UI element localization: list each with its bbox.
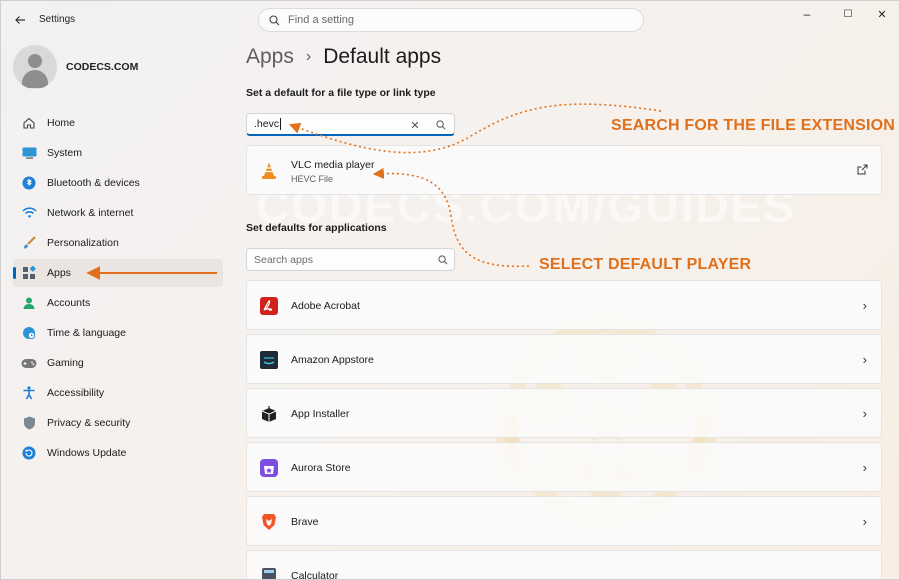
app-name: Aurora Store (291, 462, 351, 474)
vlc-cone-icon (259, 161, 279, 181)
filetype-search-input[interactable]: .hevc ✕ (246, 113, 455, 136)
clear-icon[interactable]: ✕ (409, 119, 421, 132)
search-icon (269, 14, 280, 25)
home-icon (21, 115, 37, 131)
breadcrumb-apps-link[interactable]: Apps (246, 45, 294, 69)
sidebar-item-label: Time & language (47, 327, 126, 339)
app-title: Settings (39, 14, 76, 25)
accessibility-icon (21, 385, 37, 401)
chevron-right-icon: › (862, 352, 867, 367)
breadcrumb-separator: › (305, 48, 312, 65)
app-name: Amazon Appstore (291, 354, 374, 366)
sidebar-item-label: Personalization (47, 237, 119, 249)
sidebar-item-label: Privacy & security (47, 417, 131, 429)
app-name: Calculator (291, 570, 339, 580)
sidebar-item-label: Bluetooth & devices (47, 177, 140, 189)
chevron-right-icon: › (862, 298, 867, 313)
breadcrumb: Apps › Default apps (246, 45, 441, 69)
update-icon (21, 445, 37, 461)
minimize-button[interactable]: – (793, 7, 821, 21)
app-row-amazon-appstore[interactable]: Amazon Appstore › (246, 334, 882, 384)
aurora-store-icon (259, 458, 279, 478)
sidebar-item-label: Accessibility (47, 387, 105, 399)
search-placeholder: Find a setting (288, 14, 355, 26)
globe-clock-icon (21, 325, 37, 341)
annotation-search-extension: SEARCH FOR THE FILE EXTENSION (611, 117, 896, 134)
brush-icon (21, 235, 37, 251)
system-icon (21, 145, 37, 161)
app-row-calculator[interactable]: Calculator (246, 550, 882, 580)
sidebar-item-label: Windows Update (47, 447, 127, 459)
sidebar-item-gaming[interactable]: Gaming (13, 349, 223, 377)
sidebar-item-home[interactable]: Home (13, 109, 223, 137)
profile-name: CODECS.COM (66, 61, 139, 73)
app-row-adobe-acrobat[interactable]: Adobe Acrobat › (246, 280, 882, 330)
accounts-icon (21, 295, 37, 311)
search-apps-placeholder: Search apps (254, 253, 313, 266)
sidebar-nav: Home System Bluetooth & devices Network … (13, 109, 223, 469)
sidebar-item-accessibility[interactable]: Accessibility (13, 379, 223, 407)
sidebar-item-time-language[interactable]: Time & language (13, 319, 223, 347)
apps-icon (21, 265, 37, 281)
filetype-search-value: .hevc (254, 118, 280, 130)
page-title: Default apps (323, 45, 442, 68)
brave-icon (259, 512, 279, 532)
bluetooth-icon (21, 175, 37, 191)
user-profile[interactable]: CODECS.COM (13, 45, 138, 89)
maximize-button[interactable]: ☐ (834, 7, 862, 21)
annotation-select-player: SELECT DEFAULT PLAYER (539, 256, 752, 273)
vlc-result-card[interactable]: VLC media player HEVC File (246, 145, 882, 195)
sidebar-item-label: Network & internet (47, 207, 134, 219)
search-apps-input[interactable]: Search apps (246, 248, 455, 271)
calculator-icon (259, 566, 279, 579)
sidebar-item-label: System (47, 147, 83, 159)
sidebar-item-network[interactable]: Network & internet (13, 199, 223, 227)
gamepad-icon (21, 355, 37, 371)
app-row-aurora-store[interactable]: Aurora Store › (246, 442, 882, 492)
sidebar-item-accounts[interactable]: Accounts (13, 289, 223, 317)
app-name: App Installer (291, 408, 350, 420)
result-file-type: HEVC File (291, 174, 334, 184)
sidebar-item-apps[interactable]: Apps (13, 259, 223, 287)
open-external-icon[interactable] (857, 164, 868, 178)
adobe-acrobat-icon (259, 296, 279, 316)
sidebar-item-windows-update[interactable]: Windows Update (13, 439, 223, 467)
app-name: Adobe Acrobat (291, 300, 360, 312)
sidebar-item-label: Home (47, 117, 76, 129)
chevron-right-icon: › (862, 460, 867, 475)
search-icon (435, 119, 447, 131)
close-button[interactable]: ✕ (868, 7, 896, 21)
app-row-brave[interactable]: Brave › (246, 496, 882, 546)
back-arrow-icon (15, 16, 25, 24)
search-icon (437, 254, 449, 266)
sidebar-item-label: Gaming (47, 357, 84, 369)
shield-icon (21, 415, 37, 431)
avatar (13, 45, 57, 89)
app-name: Brave (291, 516, 319, 528)
find-setting-search[interactable]: Find a setting (258, 8, 644, 32)
sidebar-item-label: Apps (47, 267, 71, 279)
sidebar-item-label: Accounts (47, 297, 91, 309)
result-app-name: VLC media player (291, 159, 375, 171)
back-button[interactable] (11, 11, 29, 29)
sidebar-item-bluetooth[interactable]: Bluetooth & devices (13, 169, 223, 197)
sidebar-item-system[interactable]: System (13, 139, 223, 167)
wifi-icon (21, 205, 37, 221)
app-row-app-installer[interactable]: App Installer › (246, 388, 882, 438)
settings-window: CODECS.COM/GUIDES Settings Find a settin… (0, 0, 900, 580)
sidebar-item-privacy-security[interactable]: Privacy & security (13, 409, 223, 437)
chevron-right-icon: › (862, 406, 867, 421)
applications-section-label: Set defaults for applications (246, 222, 387, 234)
chevron-right-icon: › (862, 514, 867, 529)
sidebar-item-personalization[interactable]: Personalization (13, 229, 223, 257)
app-installer-icon (259, 404, 279, 424)
filetype-section-label: Set a default for a file type or link ty… (246, 87, 436, 99)
amazon-appstore-icon (259, 350, 279, 370)
title-bar: Settings Find a setting – ☐ ✕ (1, 1, 899, 39)
